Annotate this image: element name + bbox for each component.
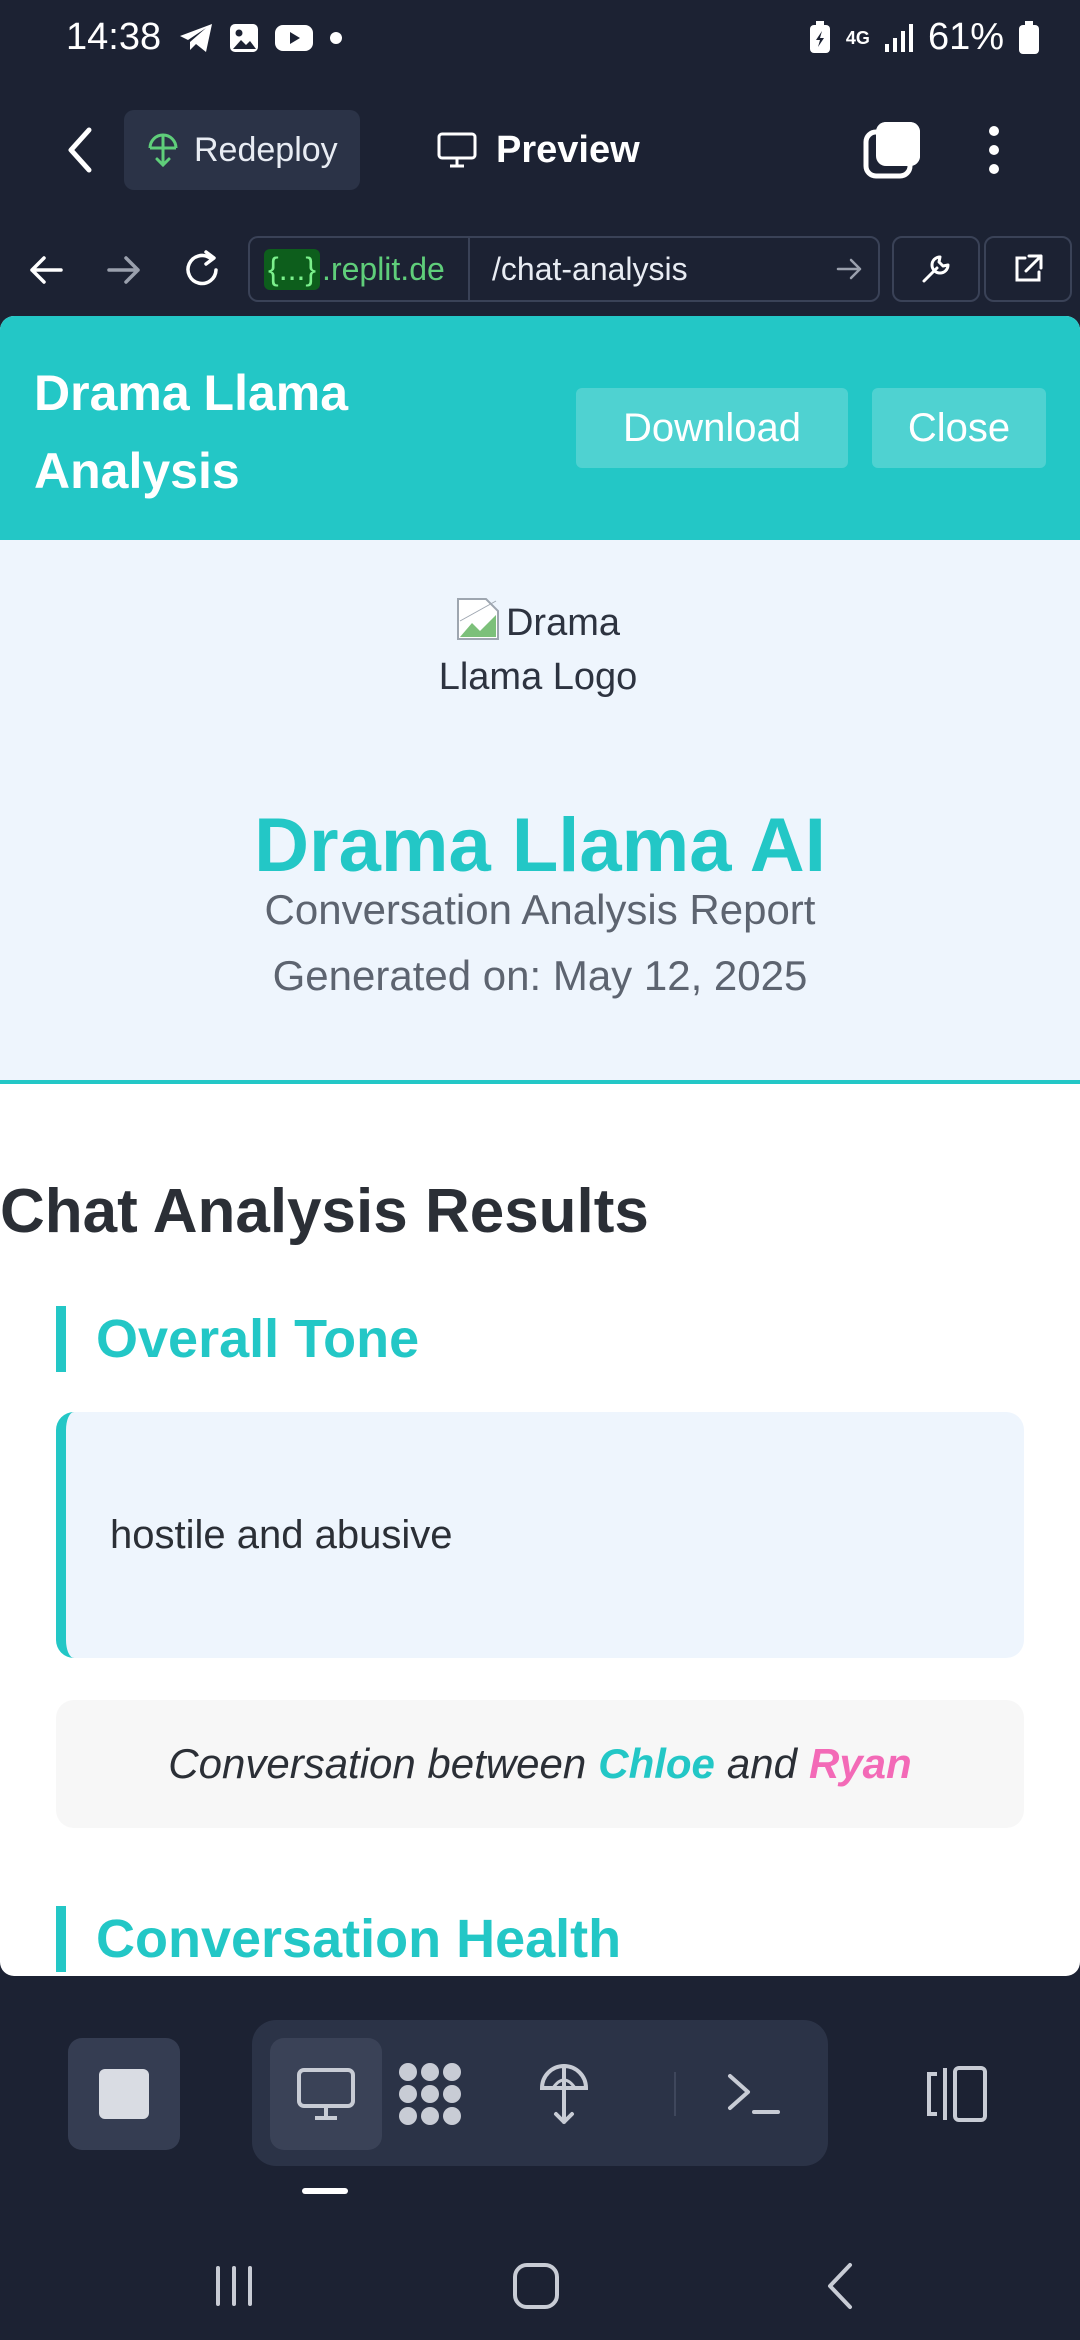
arrow-right-icon — [107, 256, 140, 284]
grid-dots-icon — [399, 2063, 461, 2125]
preview-tool-button[interactable] — [270, 2038, 382, 2150]
conversation-participants: Conversation between Chloe and Ryan — [56, 1700, 1024, 1828]
gallery-icon — [230, 24, 258, 52]
replit-bottom-toolbar — [0, 2020, 1080, 2200]
external-link-icon — [1015, 254, 1043, 282]
signal-icon — [884, 23, 913, 52]
overall-tone-value: hostile and abusive — [110, 1512, 453, 1557]
chevron-left-icon — [68, 127, 92, 173]
participant-2: Ryan — [808, 1740, 912, 1787]
replit-top-bar: Redeploy Preview — [0, 100, 1080, 200]
hero-title: Drama Llama AI — [254, 803, 826, 888]
conversation-prefix: Conversation between — [168, 1740, 587, 1787]
redeploy-button[interactable]: Redeploy — [124, 110, 360, 190]
arrow-left-icon — [30, 256, 63, 284]
battery-percent: 61% — [927, 16, 1004, 58]
hero-subtitle: Conversation Analysis Report — [264, 886, 816, 933]
results-title: Chat Analysis Results — [0, 1177, 649, 1246]
home-icon — [513, 2263, 559, 2309]
deploy-icon — [148, 133, 178, 168]
url-bar: {...} .replit.de /chat-analysis — [0, 230, 1080, 310]
panel-toggle-button[interactable] — [910, 2038, 1002, 2150]
grid-tool-button[interactable] — [374, 2038, 486, 2150]
download-button[interactable]: Download — [576, 388, 848, 468]
stop-icon — [99, 2069, 149, 2119]
redeploy-label: Redeploy — [194, 130, 338, 169]
conversation-health-heading: Conversation Health — [56, 1906, 621, 1972]
terminal-icon — [728, 2074, 780, 2114]
status-notification-icons — [178, 22, 344, 54]
shell-tool-button[interactable] — [698, 2038, 810, 2150]
conversation-joiner: and — [726, 1740, 797, 1787]
url-field[interactable]: {...} .replit.de /chat-analysis — [248, 236, 880, 302]
recent-apps-icon — [216, 2266, 252, 2306]
tabs-icon — [863, 122, 920, 179]
recent-apps-button[interactable] — [194, 2246, 274, 2326]
app-header: Drama Llama Analysis Download Close — [0, 316, 1080, 540]
battery-saver-icon — [809, 20, 830, 53]
arrow-right-icon — [836, 258, 862, 280]
reload-icon — [186, 250, 218, 286]
battery-icon — [1019, 20, 1039, 54]
wrench-icon — [922, 255, 950, 283]
reload-button[interactable] — [172, 240, 232, 300]
panel-layout-icon — [927, 2066, 987, 2122]
preview-tab[interactable]: Preview — [436, 110, 640, 190]
dot-icon — [330, 32, 342, 44]
tool-group — [252, 2020, 828, 2166]
more-menu-button[interactable] — [974, 120, 1014, 180]
youtube-icon — [275, 25, 313, 51]
app-title: Drama Llama Analysis — [34, 365, 349, 499]
url-host-text: .replit.de — [322, 250, 445, 287]
overall-tone-card: hostile and abusive — [56, 1412, 1024, 1658]
report-hero: Drama Llama Logo Drama Llama AI Conversa… — [0, 540, 1080, 1084]
chevron-left-icon — [828, 2263, 852, 2309]
devtools-button[interactable] — [892, 236, 980, 302]
webview: Drama Llama Analysis Download Close Dram… — [0, 316, 1080, 1976]
tabs-button[interactable] — [862, 118, 926, 182]
network-type: 4G — [845, 27, 870, 48]
toolbar-divider — [674, 2072, 676, 2116]
url-host-prefix: {...} — [264, 248, 321, 290]
monitor-icon — [437, 132, 477, 168]
url-host: {...} .replit.de — [250, 238, 470, 300]
logo-image: Drama Llama Logo — [428, 596, 648, 704]
deploy-tool-button[interactable] — [508, 2038, 620, 2150]
status-system-icons: 4G 61% — [808, 16, 1040, 59]
url-go-button[interactable] — [822, 257, 878, 281]
browser-forward-button[interactable] — [94, 240, 154, 300]
broken-image-icon — [456, 598, 499, 640]
android-nav-bar — [0, 2228, 1080, 2340]
participant-1: Chloe — [598, 1740, 715, 1787]
url-path[interactable]: /chat-analysis — [470, 251, 822, 288]
deploy-icon — [539, 2064, 589, 2124]
overall-tone-heading: Overall Tone — [56, 1306, 419, 1372]
telegram-icon — [180, 24, 212, 52]
android-back-button[interactable] — [800, 2246, 880, 2326]
active-tool-indicator — [302, 2188, 348, 2194]
generated-date: Generated on: May 12, 2025 — [272, 952, 808, 999]
browser-back-button[interactable] — [16, 240, 76, 300]
back-button[interactable] — [50, 122, 110, 178]
home-button[interactable] — [496, 2246, 576, 2326]
status-bar: 14:38 4G 61% — [0, 0, 1080, 82]
open-external-button[interactable] — [984, 236, 1072, 302]
monitor-icon — [297, 2068, 355, 2120]
status-time: 14:38 — [66, 16, 162, 58]
close-button[interactable]: Close — [872, 388, 1046, 468]
stop-button[interactable] — [68, 2038, 180, 2150]
preview-label: Preview — [496, 128, 640, 171]
